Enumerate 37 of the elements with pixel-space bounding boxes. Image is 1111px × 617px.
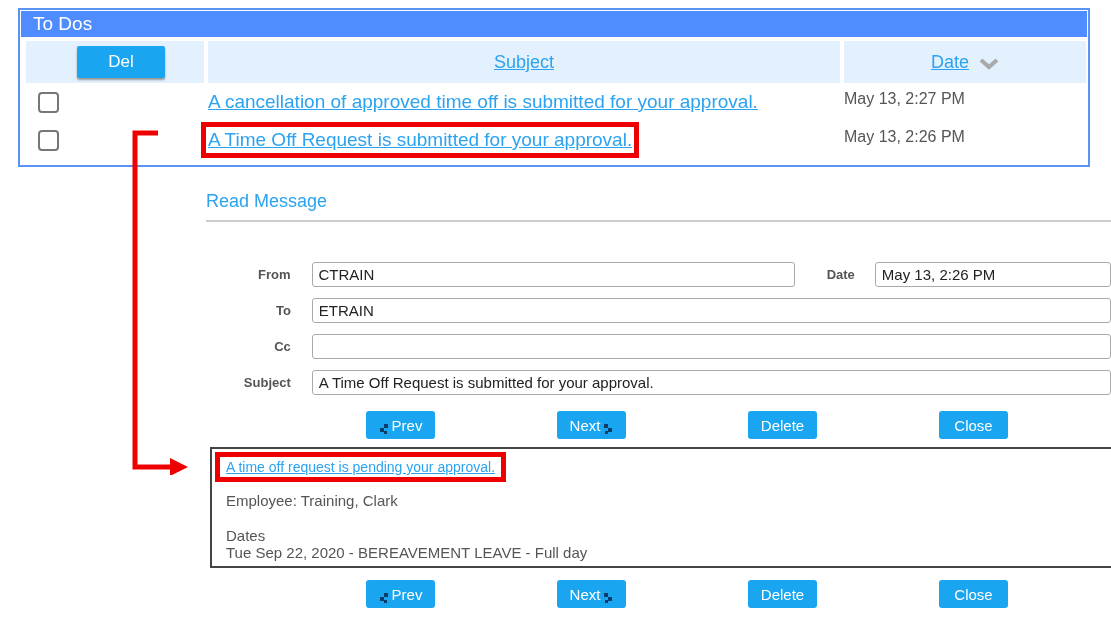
checkbox[interactable] (38, 91, 59, 113)
column-sort-link[interactable]: Date (931, 51, 969, 73)
dates-text: Tue Sep 22, 2020 - BEREAVEMENT LEAVE - Full day (226, 544, 589, 561)
field-label: From (257, 267, 291, 282)
column-sort-link[interactable]: Subject (493, 51, 554, 73)
action-button[interactable]: Close (939, 411, 1008, 439)
panel-title: To Dos (21, 11, 1087, 37)
section-title: Read Message (206, 191, 329, 212)
date-text: May 13, 2:27 PM (844, 90, 965, 108)
action-button[interactable]: Close (939, 580, 1008, 608)
date-field[interactable]: May 13, 2:26 PM (874, 262, 1111, 287)
next-button[interactable]: Next (557, 411, 626, 439)
subject-link[interactable]: A Time Off Request is submitted for your approval. (201, 122, 640, 158)
input-field[interactable]: ETRAIN (311, 298, 1111, 323)
input-field[interactable] (311, 334, 1111, 359)
employee-text: Employee: Training, Clark (226, 492, 399, 509)
prev-button[interactable]: Prev (366, 411, 435, 439)
field-label: Cc (273, 339, 291, 354)
prev-button[interactable]: Prev (366, 580, 435, 608)
action-button[interactable]: Delete (748, 411, 817, 439)
pixel-arrow-icon (603, 591, 614, 603)
field-label: Subject (242, 375, 291, 390)
field-label: Date (825, 267, 855, 282)
message-link[interactable]: A time off request is pending your approval. (215, 452, 506, 482)
date-text: May 13, 2:26 PM (844, 128, 965, 146)
from-field[interactable]: CTRAIN (311, 262, 796, 287)
del-button[interactable]: Del (77, 46, 165, 78)
next-button[interactable]: Next (557, 580, 626, 608)
action-button[interactable]: Delete (748, 580, 817, 608)
field-label: To (274, 303, 291, 318)
pixel-arrow-icon (603, 422, 614, 434)
dates-heading: Dates (226, 527, 267, 544)
subject-link[interactable]: A cancellation of approved time off is submitted for your approval. (201, 84, 765, 120)
pixel-arrow-icon (378, 422, 389, 434)
input-field[interactable]: A Time Off Request is submitted for your approval. (311, 370, 1111, 395)
pixel-arrow-icon (378, 591, 389, 603)
checkbox[interactable] (38, 129, 59, 151)
